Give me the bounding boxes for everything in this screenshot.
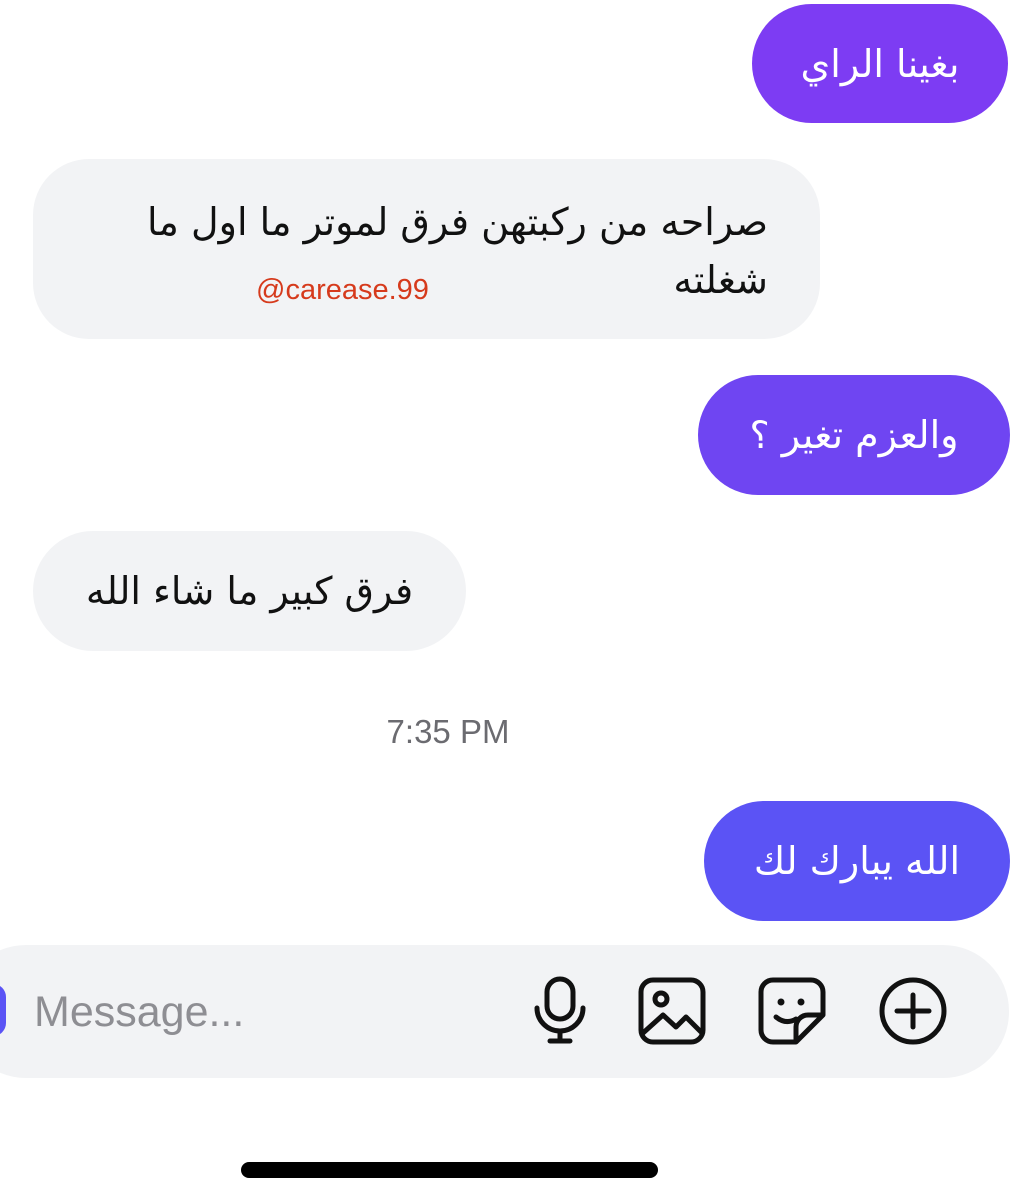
incoming-message-bubble[interactable]: صراحه من ركبتهن فرق لموتر ما اول ما شغلت… [33,159,820,339]
message-text-line: صراحه من ركبتهن فرق لموتر ما اول ما [146,200,768,244]
message-input[interactable] [34,984,474,1040]
sticker-icon [758,977,826,1045]
message-text: بغينا الراي [800,41,960,86]
add-attachment-button[interactable] [877,975,949,1047]
microphone-icon [534,976,586,1044]
image-icon [638,977,706,1045]
watermark-handle: @carease.99 [256,274,429,306]
sticker-button[interactable] [756,975,828,1047]
plus-circle-icon [879,977,947,1045]
chat-screen: بغينا الراي صراحه من ركبتهن فرق لموتر ما… [0,0,1033,1203]
home-indicator[interactable] [241,1162,658,1178]
outgoing-message-bubble[interactable]: والعزم تغير ؟ [698,375,1010,495]
image-button[interactable] [636,975,708,1047]
message-text: فرق كبير ما شاء الله [85,569,414,613]
message-timestamp: 7:35 PM [386,713,510,750]
outgoing-message-bubble[interactable]: بغينا الراي [752,4,1008,123]
outgoing-message-bubble[interactable]: الله يبارك لك [704,801,1010,921]
message-text: والعزم تغير ؟ [749,413,959,457]
incoming-message-bubble[interactable]: فرق كبير ما شاء الله [33,531,466,651]
message-text: الله يبارك لك [753,839,961,883]
microphone-button[interactable] [524,975,596,1047]
